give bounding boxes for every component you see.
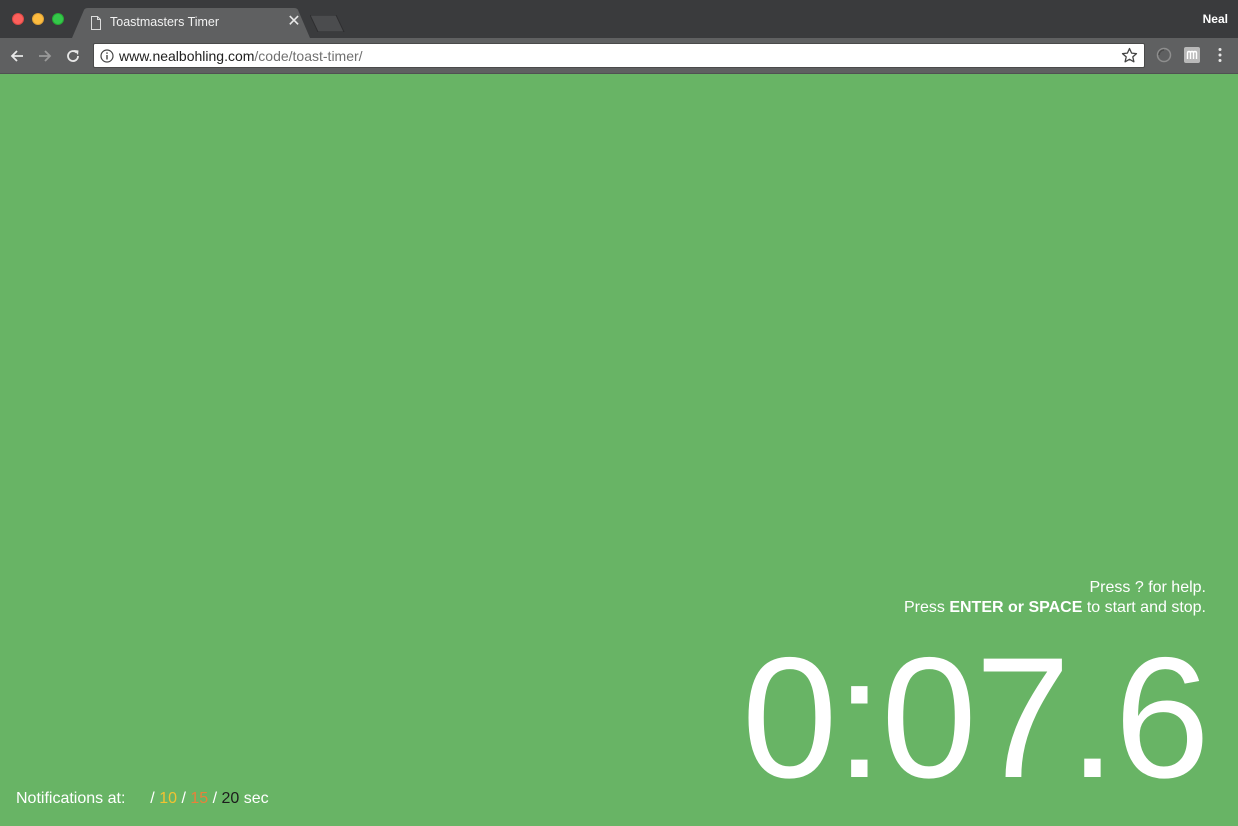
key-space: SPACE <box>1028 599 1083 616</box>
address-bar[interactable]: www.nealbohling.com/code/toast-timer/ <box>93 43 1145 68</box>
tab-toastmasters-timer[interactable]: Toastmasters Timer ✕ <box>72 8 310 38</box>
key-or: or <box>1003 599 1029 616</box>
red-value[interactable]: 15 <box>190 790 208 807</box>
help-line-1: Press ? for help. <box>1089 579 1207 596</box>
info-icon[interactable] <box>100 49 114 63</box>
notifications-row: Notifications at: / 10 / 15 / 20 sec <box>16 790 269 808</box>
help-suffix: to start and stop. <box>1082 599 1206 616</box>
window-maximize-button[interactable] <box>52 13 64 25</box>
arrow-right-icon <box>39 50 52 62</box>
profile-name[interactable]: Neal <box>1203 12 1228 26</box>
extension-circle-icon[interactable] <box>1155 46 1173 64</box>
help-text: Press ? for help. Press ENTER or SPACE t… <box>904 578 1206 618</box>
reload-icon <box>67 50 79 62</box>
new-tab-button[interactable] <box>310 15 346 32</box>
unit-label: sec <box>243 790 269 807</box>
separator: / <box>150 790 155 807</box>
arrow-left-icon <box>10 50 23 62</box>
url-text[interactable]: www.nealbohling.com/code/toast-timer/ <box>119 48 363 64</box>
document-icon <box>91 16 101 30</box>
end-value[interactable]: 20 <box>222 790 240 807</box>
extension-m-icon[interactable] <box>1183 46 1201 64</box>
yellow-value[interactable]: 10 <box>159 790 177 807</box>
help-line-2: Press ENTER or SPACE to start and stop. <box>904 598 1206 618</box>
separator: / <box>181 790 186 807</box>
window-close-button[interactable] <box>12 13 24 25</box>
separator: / <box>212 790 218 807</box>
tab-close-icon[interactable]: ✕ <box>286 13 302 31</box>
back-button[interactable] <box>6 45 28 67</box>
bookmark-star-icon[interactable] <box>1121 47 1138 64</box>
forward-button[interactable] <box>34 45 56 67</box>
reload-button[interactable] <box>62 45 84 67</box>
browser-toolbar: www.nealbohling.com/code/toast-timer/ <box>0 38 1238 74</box>
notifications-label: Notifications at: <box>16 790 126 807</box>
url-path: /code/toast-timer/ <box>254 48 363 64</box>
url-host: www.nealbohling.com <box>119 48 255 64</box>
tab-title: Toastmasters Timer <box>110 15 220 29</box>
menu-kebab-icon[interactable] <box>1211 46 1229 64</box>
title-bar: Toastmasters Timer ✕ Neal <box>0 0 1238 38</box>
timer-display: 0:07.6 <box>741 622 1210 814</box>
key-enter: ENTER <box>949 599 1004 616</box>
help-prefix: Press <box>903 599 950 616</box>
window-minimize-button[interactable] <box>32 13 44 25</box>
